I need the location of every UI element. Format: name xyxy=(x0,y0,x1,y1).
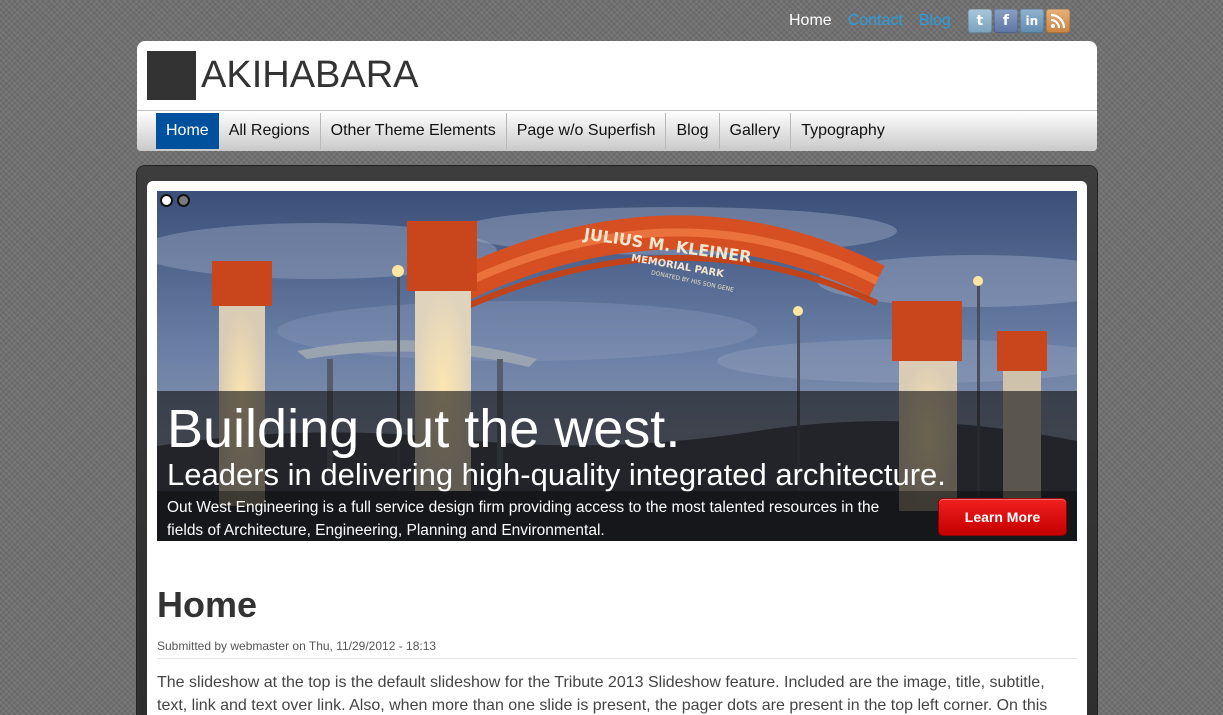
slide-title: Building out the west. xyxy=(167,399,681,459)
submitted-info: Submitted by webmaster on Thu, 11/29/201… xyxy=(157,639,1077,659)
article-body: The slideshow at the top is the default … xyxy=(157,674,1048,714)
social-links: t f in xyxy=(967,9,1070,33)
nav-item-gallery[interactable]: Gallery xyxy=(720,113,792,149)
slide-subtitle: Leaders in delivering high-quality integ… xyxy=(167,457,946,492)
facebook-icon[interactable]: f xyxy=(993,9,1018,33)
pager-dot-2[interactable] xyxy=(177,194,190,207)
twitter-icon[interactable]: t xyxy=(967,9,992,33)
nav-item-all-regions[interactable]: All Regions xyxy=(219,113,321,149)
learn-more-button[interactable]: Learn More xyxy=(938,498,1067,536)
top-utility-bar: Home Contact Blog t f in xyxy=(789,8,1070,34)
rss-icon[interactable] xyxy=(1045,9,1070,33)
top-link-blog[interactable]: Blog xyxy=(919,12,951,30)
page-title: Home xyxy=(157,584,258,625)
slideshow-pager xyxy=(160,194,190,207)
slideshow: JULIUS M. KLEINER MEMORIAL PARK DONATED … xyxy=(157,191,1077,541)
nav-item-page-without-superfish[interactable]: Page w/o Superfish xyxy=(507,113,667,149)
nav-item-blog[interactable]: Blog xyxy=(666,113,720,149)
slide-text: Out West Engineering is a full service d… xyxy=(167,499,880,539)
site-logo[interactable] xyxy=(147,51,196,100)
site-header: AKIHABARA Home All Regions Other Theme E… xyxy=(137,41,1097,151)
site-name[interactable]: AKIHABARA xyxy=(201,53,419,97)
pager-dot-1[interactable] xyxy=(160,194,173,207)
linkedin-icon[interactable]: in xyxy=(1019,9,1044,33)
nav-item-other-theme-elements[interactable]: Other Theme Elements xyxy=(321,113,507,149)
main-content: JULIUS M. KLEINER MEMORIAL PARK DONATED … xyxy=(147,181,1087,715)
main-nav: Home All Regions Other Theme Elements Pa… xyxy=(137,110,1097,151)
main-nav-list: Home All Regions Other Theme Elements Pa… xyxy=(156,113,895,149)
slide-caption: Building out the west. Leaders in delive… xyxy=(157,391,1077,541)
top-link-contact[interactable]: Contact xyxy=(848,12,903,30)
slide-text-bar: Out West Engineering is a full service d… xyxy=(157,491,1077,541)
top-link-home[interactable]: Home xyxy=(789,12,832,30)
nav-item-typography[interactable]: Typography xyxy=(791,113,895,149)
nav-item-home[interactable]: Home xyxy=(156,113,219,149)
